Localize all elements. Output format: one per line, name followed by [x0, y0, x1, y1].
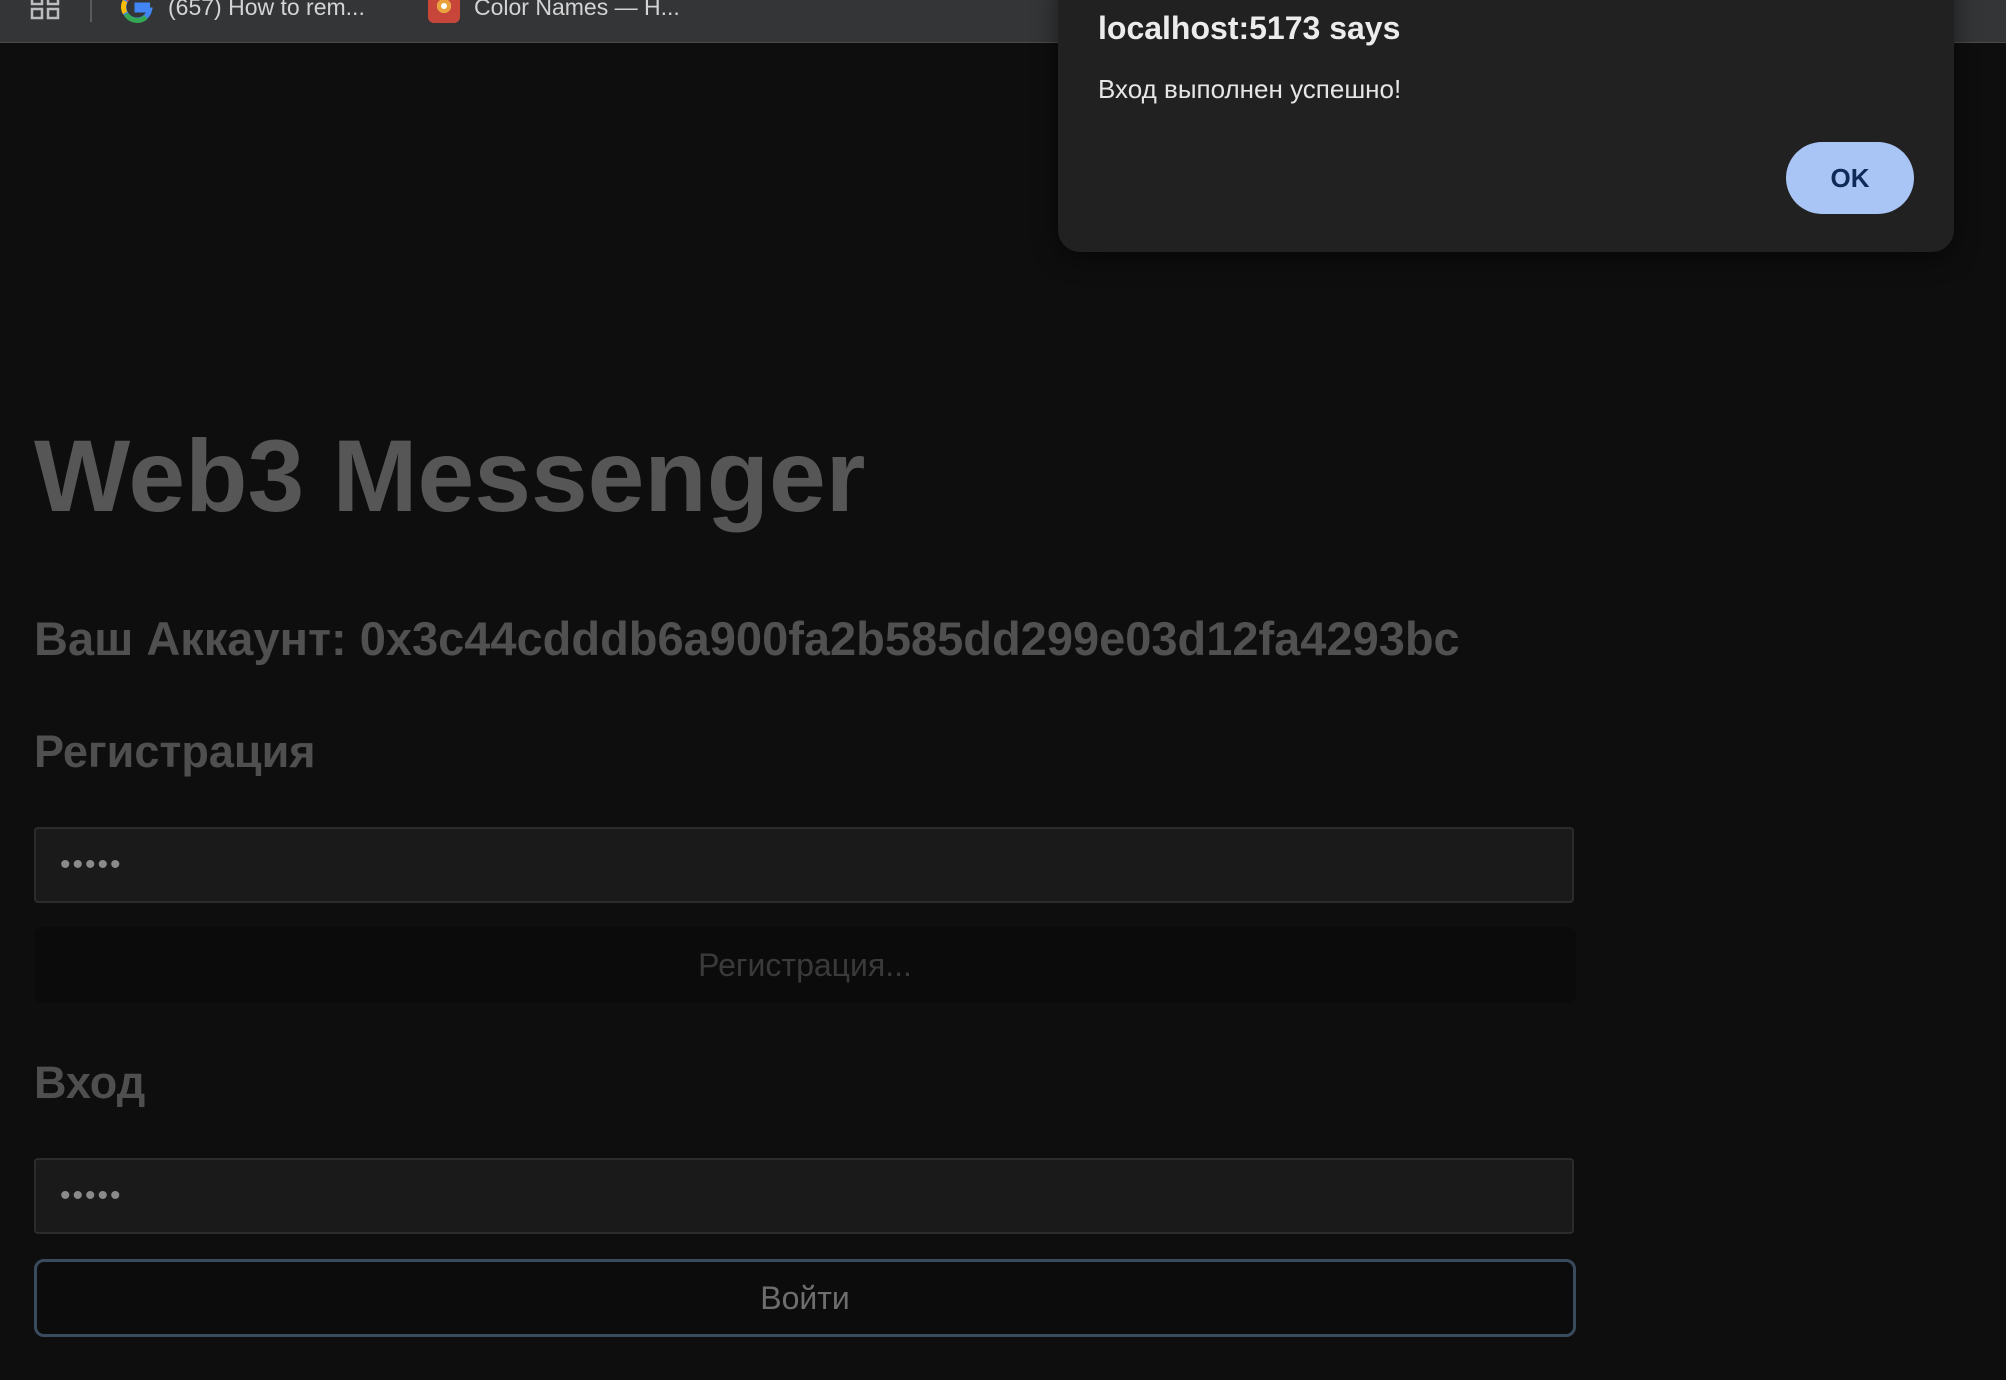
alert-dialog: localhost:5173 says Вход выполнен успешн… — [1058, 0, 1954, 252]
bookmarks-separator — [90, 0, 92, 22]
dialog-message: Вход выполнен успешно! — [1098, 74, 1402, 104]
register-password-input[interactable]: ••••• — [34, 827, 1574, 903]
bookmark-google[interactable]: (657) How to rem... — [120, 0, 365, 23]
apps-grid-icon[interactable] — [30, 0, 60, 20]
login-password-input[interactable]: ••••• — [34, 1158, 1574, 1234]
register-button[interactable]: Регистрация... — [34, 927, 1576, 1003]
bookmark-label: Color Names — H... — [474, 0, 680, 20]
bookmark-color-names[interactable]: Color Names — H... — [428, 0, 680, 23]
login-button[interactable]: Войти — [34, 1259, 1576, 1337]
login-heading: Вход — [34, 1057, 146, 1108]
dialog-title: localhost:5173 says — [1098, 10, 1401, 46]
bookmark-label: (657) How to rem... — [168, 0, 365, 20]
app-title: Web3 Messenger — [34, 419, 866, 533]
register-heading: Регистрация — [34, 726, 316, 777]
color-names-icon — [428, 0, 460, 23]
ok-button[interactable]: OK — [1786, 142, 1914, 214]
google-icon — [121, 0, 153, 23]
account-address: Ваш Аккаунт: 0x3c44cdddb6a900fa2b585dd29… — [34, 612, 1460, 665]
